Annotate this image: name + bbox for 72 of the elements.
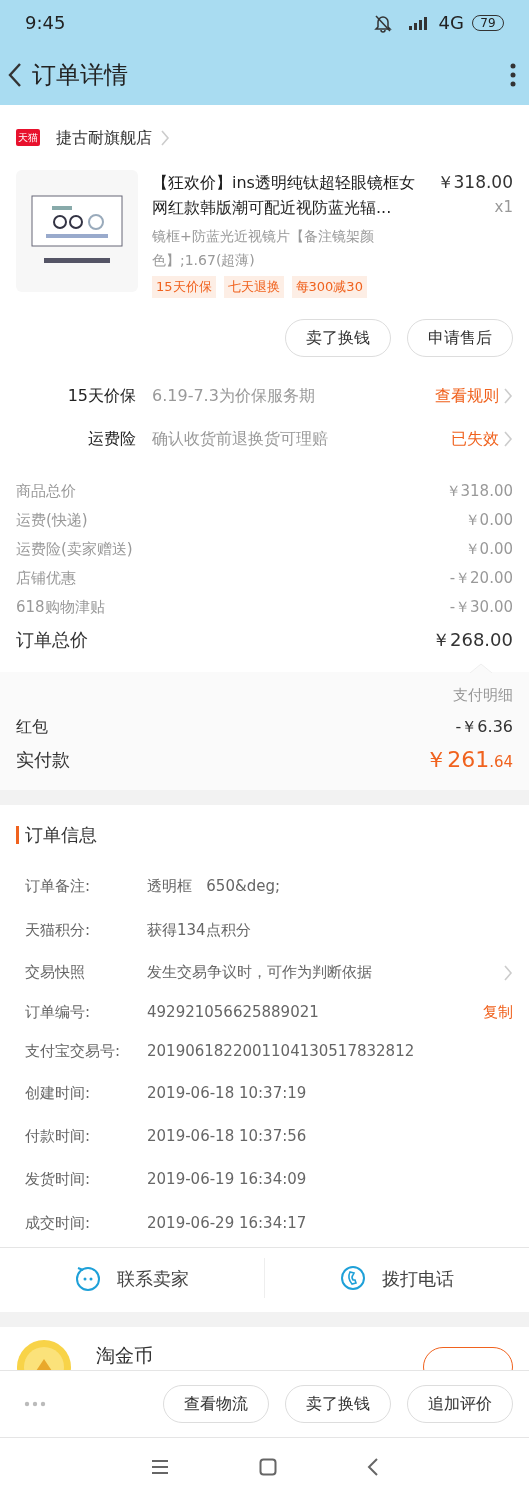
chat-icon <box>75 1264 101 1292</box>
more-icon[interactable] <box>509 62 517 88</box>
paid-amount: ￥261.64 <box>425 745 513 774</box>
order-total-label: 订单总价 <box>16 627 88 652</box>
info-label: 订单备注: <box>25 876 92 898</box>
info-value: 492921056625889021 <box>147 1002 319 1024</box>
info-label: 交易快照 <box>25 962 86 984</box>
price-label: 店铺优惠 <box>16 568 76 590</box>
payment-value: -￥6.36 <box>455 715 513 738</box>
service-tag: 每300减30 <box>291 276 367 298</box>
status-time: 9:45 <box>25 11 66 35</box>
action-button[interactable]: 卖了换钱 <box>285 319 391 357</box>
info-label: 创建时间: <box>25 1082 92 1104</box>
info-value: 获得134点积分 <box>147 919 251 941</box>
paid-label: 实付款 <box>16 747 70 772</box>
chevron-icon <box>503 964 513 981</box>
info-value: 2019-06-18 10:37:56 <box>147 1125 307 1147</box>
chevron-icon <box>160 129 170 146</box>
price-label: 商品总价 <box>16 481 76 503</box>
product-quantity: x1 <box>493 196 513 218</box>
product-spec: 镜框+防蓝光近视镜片【备注镜架颜色】;1.67(超薄) <box>152 227 375 270</box>
info-label: 订单编号: <box>25 1002 92 1024</box>
menu-icon[interactable] <box>150 1458 169 1475</box>
chevron-icon <box>503 387 513 404</box>
service-label: 15天价保 <box>66 384 136 407</box>
price-label: 618购物津贴 <box>16 597 105 619</box>
price-value: ￥0.00 <box>464 510 513 532</box>
price-value: -￥30.00 <box>449 597 513 619</box>
action-button[interactable]: 追加评价 <box>407 1384 513 1423</box>
product-title[interactable]: 【狂欢价】ins透明纯钛超轻眼镜框女网红款韩版潮可配近视防蓝光辐... <box>152 170 423 220</box>
price-label: 运费险(卖家赠送) <box>16 539 133 561</box>
info-label: 发货时间: <box>25 1169 92 1191</box>
order-total-value: ￥268.00 <box>432 627 513 652</box>
info-label: 成交时间: <box>25 1212 92 1234</box>
product-price: ￥318.00 <box>436 171 513 194</box>
service-tag: 七天退换 <box>223 276 284 298</box>
service-label: 运费险 <box>87 427 136 450</box>
page-title: 订单详情 <box>32 60 128 91</box>
price-value: ￥0.00 <box>464 539 513 561</box>
service-tag: 15天价保 <box>152 276 216 298</box>
phone-icon <box>340 1264 366 1292</box>
back-icon[interactable] <box>366 1457 379 1476</box>
info-value: 2019-06-19 16:34:09 <box>147 1169 307 1191</box>
action-button[interactable]: 查看物流 <box>163 1384 269 1423</box>
service-description: 确认收货前退换货可理赔 <box>152 427 328 450</box>
info-value: 2019061822001104130517832812 <box>147 1041 415 1063</box>
info-value: 发生交易争议时，可作为判断依据 <box>147 962 372 984</box>
info-label: 天猫积分: <box>25 919 92 941</box>
store-badge: 天猫 <box>16 129 40 146</box>
action-button[interactable]: 申请售后 <box>407 319 513 357</box>
coin-title: 淘金币 <box>96 1342 153 1368</box>
service-description: 6.19-7.3为价保服务期 <box>152 384 315 407</box>
price-value: ￥318.00 <box>445 481 513 503</box>
action-button[interactable]: 卖了换钱 <box>285 1384 391 1423</box>
info-label: 付款时间: <box>25 1125 92 1147</box>
contact-button[interactable]: 联系卖家 <box>0 1258 264 1298</box>
section-title: 订单信息 <box>25 823 97 847</box>
network-type: 4G <box>438 11 464 35</box>
section-marker <box>16 825 19 844</box>
price-value: -￥20.00 <box>449 568 513 590</box>
info-value: 2019-06-29 16:34:17 <box>147 1212 307 1234</box>
chevron-icon <box>503 430 513 447</box>
more-dots-icon[interactable] <box>24 1400 46 1407</box>
contact-button[interactable]: 拨打电话 <box>264 1258 529 1298</box>
info-label: 支付宝交易号: <box>25 1041 122 1063</box>
store-name[interactable]: 捷古耐旗舰店 <box>56 125 152 150</box>
home-icon[interactable] <box>258 1457 277 1476</box>
back-icon[interactable] <box>6 62 24 88</box>
payment-label: 红包 <box>16 715 48 738</box>
price-label: 运费(快递) <box>16 510 88 532</box>
info-value: 透明框 650&deg; <box>147 876 280 898</box>
info-value: 2019-06-18 10:37:19 <box>147 1082 307 1104</box>
